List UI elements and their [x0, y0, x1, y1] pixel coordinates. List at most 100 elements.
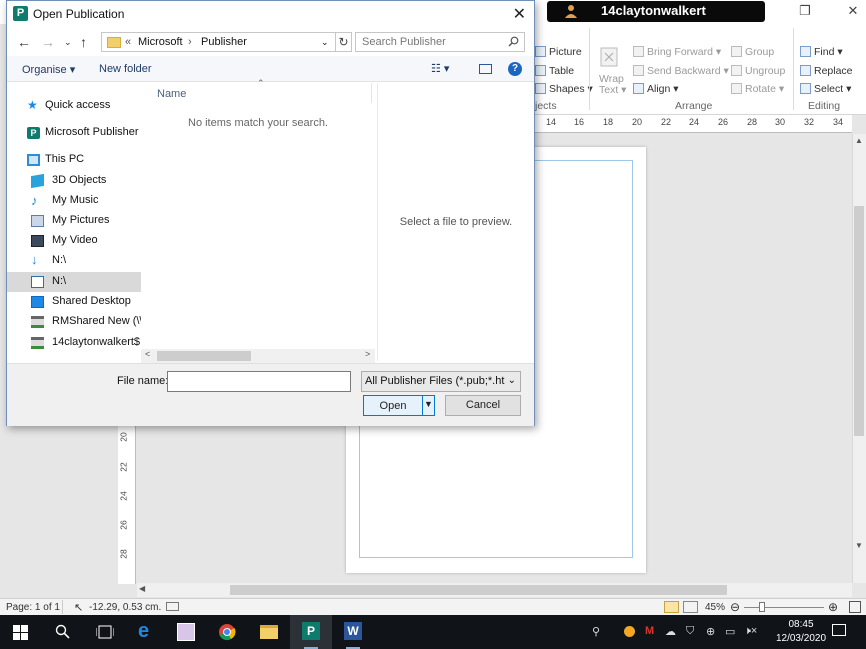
single-page-view-icon[interactable] — [664, 601, 679, 613]
replace-button[interactable]: Replace — [800, 65, 853, 77]
find-button[interactable]: Find ▾ — [800, 46, 843, 58]
window-close-icon[interactable]: ✕ — [846, 4, 860, 18]
network-drive-icon — [31, 316, 44, 328]
wrap-text-label: Wrap Text ▾ — [599, 73, 627, 96]
nav-item-my-music[interactable]: ♪ My Music — [7, 191, 141, 211]
file-explorer-taskbar-button[interactable] — [248, 615, 290, 649]
update-notification-icon[interactable] — [624, 626, 635, 637]
scroll-right-icon[interactable]: > — [365, 349, 370, 359]
network-icon[interactable]: ▭ — [725, 625, 735, 638]
table-button[interactable]: Table — [535, 65, 574, 77]
onedrive-icon[interactable]: ☁ — [665, 625, 676, 638]
vertical-scroll-thumb[interactable] — [854, 206, 864, 436]
scroll-left-icon[interactable]: ◀ — [139, 584, 145, 593]
people-icon[interactable]: ⚲ — [592, 625, 600, 638]
zoom-out-icon[interactable]: ⊖ — [730, 600, 740, 614]
defender-icon[interactable]: ⊕ — [706, 625, 715, 638]
nav-item-this-pc[interactable]: This PC — [7, 150, 141, 170]
breadcrumb-publisher[interactable]: Publisher — [201, 36, 247, 48]
volume-muted-icon[interactable]: 🕨× — [744, 625, 757, 638]
rotate-button[interactable]: Rotate ▾ — [731, 83, 784, 95]
select-button[interactable]: Select ▾ — [800, 83, 851, 95]
group-button[interactable]: Group — [731, 46, 774, 58]
navigation-pane[interactable]: ★ Quick access P Microsoft Publisher Thi… — [7, 83, 141, 355]
restore-icon[interactable]: ❐ — [798, 4, 812, 18]
binoculars-icon — [800, 46, 811, 57]
address-dropdown-icon[interactable]: ⌄ — [321, 37, 329, 48]
publisher-taskbar-button[interactable]: P — [290, 615, 332, 649]
two-page-view-icon[interactable] — [683, 601, 698, 613]
shapes-button[interactable]: Shapes ▾ — [535, 83, 593, 95]
forward-arrow-icon[interactable]: → — [41, 34, 55, 50]
close-icon[interactable]: ✕ — [513, 4, 526, 24]
ungroup-button[interactable]: Ungroup — [731, 65, 785, 77]
chrome-taskbar-button[interactable] — [206, 615, 248, 649]
scroll-left-icon[interactable]: < — [145, 349, 150, 359]
align-button[interactable]: Align ▾ — [633, 83, 679, 95]
nav-item-home-drive[interactable]: 14claytonwalkert$ ( — [7, 333, 141, 353]
security-shield-icon[interactable]: ⛉ — [686, 625, 694, 638]
file-list-scroll-thumb[interactable] — [157, 351, 251, 361]
search-taskbar-button[interactable] — [42, 615, 84, 649]
breadcrumb-microsoft[interactable]: Microsoft — [138, 36, 183, 48]
new-folder-button[interactable]: New folder — [99, 63, 152, 75]
zoom-in-icon[interactable]: ⊕ — [828, 600, 838, 614]
help-icon[interactable]: ? — [508, 62, 522, 76]
refresh-icon[interactable]: ↻ — [336, 32, 352, 52]
bring-forward-button[interactable]: Bring Forward ▾ — [633, 46, 721, 58]
file-name-label: File name: — [117, 375, 169, 387]
send-backward-button[interactable]: Send Backward ▾ — [633, 65, 729, 77]
view-options-icon[interactable]: ☷ ▾ — [431, 62, 449, 75]
search-input[interactable]: Search Publisher — [355, 32, 525, 52]
up-arrow-icon[interactable]: ↑ — [80, 34, 87, 50]
file-type-select[interactable]: All Publisher Files (*.pub;*.htm; ⌄ — [361, 371, 521, 392]
zoom-slider-thumb[interactable] — [759, 602, 765, 612]
picture-button[interactable]: Picture — [535, 46, 582, 58]
dialog-footer: File name: All Publisher Files (*.pub;*.… — [7, 363, 534, 426]
file-list-scrollbar[interactable]: < > — [141, 349, 375, 363]
nav-item-3d-objects[interactable]: 3D Objects — [7, 171, 141, 191]
preview-pane-icon[interactable] — [479, 64, 492, 74]
nav-item-n-drive-documents[interactable]: N:\ — [7, 272, 141, 292]
cursor-position-icon: ↖ — [74, 602, 84, 614]
zoom-slider[interactable] — [744, 607, 824, 608]
user-account-badge[interactable]: 14claytonwalkert — [547, 1, 765, 22]
open-button[interactable]: Open ▼ — [363, 395, 435, 416]
organise-button[interactable]: Organise ▾ — [22, 63, 75, 76]
search-icon — [55, 624, 70, 639]
user-app-taskbar-button[interactable] — [164, 615, 206, 649]
back-arrow-icon[interactable]: ← — [17, 34, 31, 50]
page-indicator[interactable]: Page: 1 of 1 — [6, 602, 60, 613]
nav-item-n-drive-downloads[interactable]: ↓ N:\ — [7, 251, 141, 271]
nav-item-shared-desktop[interactable]: Shared Desktop — [7, 292, 141, 312]
mcafee-icon[interactable]: M — [645, 625, 654, 637]
nav-item-quick-access[interactable]: ★ Quick access — [7, 96, 141, 116]
zoom-level[interactable]: 45% — [705, 602, 725, 613]
nav-item-microsoft-publisher[interactable]: P Microsoft Publisher — [7, 123, 141, 143]
preview-pane: Select a file to preview. — [377, 83, 534, 361]
task-view-button[interactable] — [84, 615, 126, 649]
nav-item-my-pictures[interactable]: My Pictures — [7, 211, 141, 231]
search-icon[interactable] — [508, 36, 519, 47]
breadcrumb-overflow[interactable]: « — [125, 36, 131, 48]
wrap-text-button[interactable] — [599, 46, 619, 71]
fit-page-icon[interactable] — [849, 601, 861, 613]
open-options-dropdown-icon[interactable]: ▼ — [424, 399, 433, 409]
action-center-icon[interactable] — [832, 624, 846, 636]
edge-taskbar-button[interactable]: e — [126, 615, 168, 649]
word-taskbar-button[interactable]: W — [332, 615, 374, 649]
start-button[interactable] — [0, 615, 42, 649]
nav-item-my-video[interactable]: My Video — [7, 231, 141, 251]
cancel-button[interactable]: Cancel — [445, 395, 521, 416]
file-name-input[interactable] — [167, 371, 351, 392]
address-bar[interactable]: « Microsoft › Publisher ⌄ — [101, 32, 336, 52]
system-clock[interactable]: 08:45 12/03/2020 — [775, 618, 827, 646]
horizontal-scroll-thumb[interactable] — [230, 585, 727, 595]
scroll-up-icon[interactable]: ▲ — [855, 136, 863, 145]
scroll-down-icon[interactable]: ▼ — [855, 541, 863, 550]
nav-item-rmshared-new[interactable]: RMShared New (\\E — [7, 312, 141, 332]
dialog-titlebar[interactable]: P Open Publication ✕ — [7, 1, 534, 29]
file-list[interactable]: ⌃ Name No items match your search. — [141, 78, 375, 349]
column-header-name[interactable]: Name — [157, 88, 186, 100]
recent-locations-icon[interactable]: ⌄ — [64, 37, 72, 48]
